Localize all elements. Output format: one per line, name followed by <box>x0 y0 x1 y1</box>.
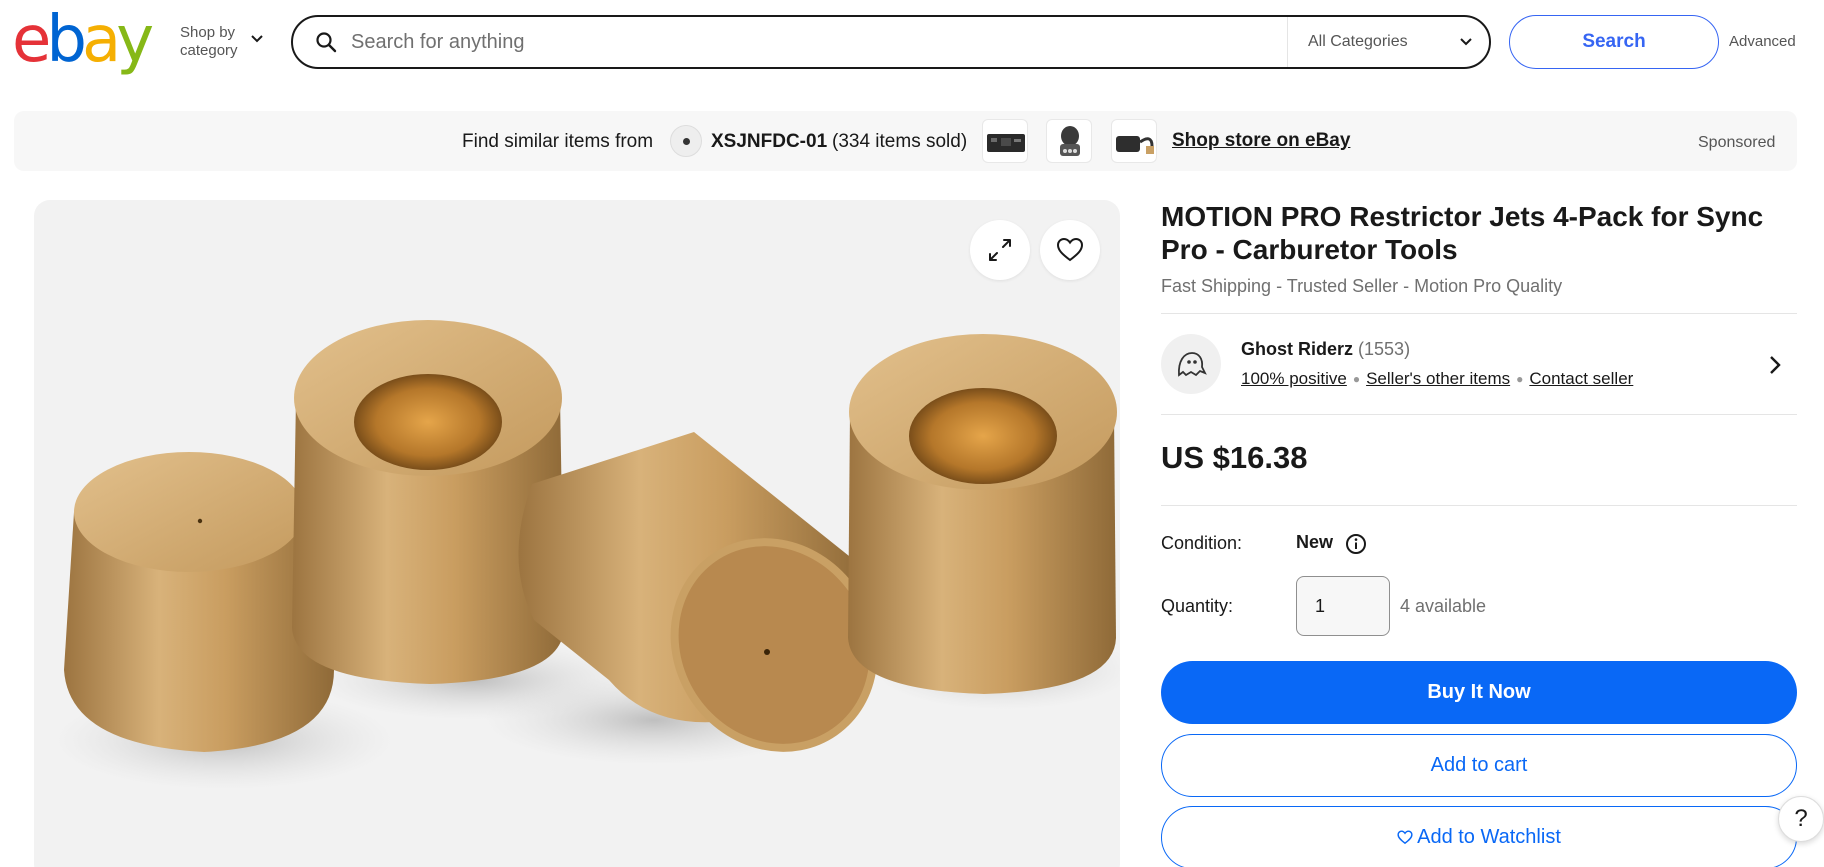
store-logo[interactable] <box>670 125 702 157</box>
contact-seller-link[interactable]: Contact seller <box>1529 369 1633 389</box>
info-icon[interactable] <box>1345 533 1367 555</box>
separator-dot: ● <box>1516 372 1524 386</box>
seller-name-text: Ghost Riderz <box>1241 339 1354 359</box>
ghost-icon <box>1178 352 1207 377</box>
seller-links: 100% positive ● Seller's other items ● C… <box>1241 369 1633 389</box>
store-items-sold: (334 items sold) <box>832 131 968 152</box>
search-input[interactable] <box>337 17 1287 67</box>
heart-icon <box>1056 237 1084 262</box>
advanced-search-link[interactable]: Advanced <box>1729 33 1796 50</box>
divider <box>1161 505 1797 506</box>
seller-name[interactable]: Ghost Riderz (1553) <box>1241 339 1410 360</box>
search-bar: All Categories <box>291 15 1491 69</box>
expand-image-button[interactable] <box>970 220 1030 280</box>
sponsored-store-banner: Find similar items from XSJNFDC-01 (334 … <box>14 111 1797 171</box>
condition-value: New <box>1296 532 1334 552</box>
expand-icon <box>989 239 1011 261</box>
chevron-down-icon <box>1460 38 1472 46</box>
chevron-right-icon[interactable] <box>1768 354 1782 376</box>
store-item-thumbnail[interactable] <box>982 119 1028 163</box>
add-to-watchlist-button[interactable]: Add to Watchlist <box>1161 806 1797 867</box>
product-subtitle: Fast Shipping - Trusted Seller - Motion … <box>1161 276 1563 296</box>
search-button[interactable]: Search <box>1509 15 1719 69</box>
category-label: category <box>180 42 238 59</box>
watch-heart-button[interactable] <box>1040 220 1100 280</box>
category-select[interactable]: All Categories <box>1287 17 1489 67</box>
shop-by-label: Shop by <box>180 24 236 41</box>
add-to-cart-button[interactable]: Add to cart <box>1161 734 1797 797</box>
heart-icon <box>1397 830 1413 845</box>
ebay-logo[interactable]: ebay <box>12 3 154 77</box>
sponsored-label: Sponsored <box>1698 134 1776 151</box>
logo-letter-a: a <box>82 3 121 77</box>
condition-label: Condition: <box>1161 533 1243 553</box>
seller-other-items-link[interactable]: Seller's other items <box>1366 369 1510 389</box>
logo-letter-e: e <box>12 3 51 77</box>
divider <box>1161 313 1797 314</box>
store-name[interactable]: XSJNFDC-01 <box>711 131 827 153</box>
separator-dot: ● <box>1352 372 1361 386</box>
find-similar-label: Find similar items from <box>462 131 654 152</box>
shop-store-link[interactable]: Shop store on eBay <box>1172 130 1350 152</box>
positive-feedback-link[interactable]: 100% positive <box>1241 369 1347 389</box>
search-icon <box>316 32 337 53</box>
logo-letter-b: b <box>46 3 87 77</box>
help-button[interactable]: ? <box>1778 796 1824 842</box>
quantity-available: 4 available <box>1400 596 1487 616</box>
store-item-thumbnail[interactable] <box>1111 119 1157 163</box>
seller-avatar[interactable] <box>1161 334 1221 394</box>
chevron-down-icon[interactable] <box>250 34 264 44</box>
product-price: US $16.38 <box>1161 440 1308 475</box>
buy-it-now-button[interactable]: Buy It Now <box>1161 661 1797 724</box>
category-select-value: All Categories <box>1308 33 1408 50</box>
logo-letter-y: y <box>116 3 154 77</box>
restrictor-jets-photo <box>54 320 1120 790</box>
seller-feedback-count: (1553) <box>1358 339 1411 359</box>
quantity-input[interactable] <box>1296 576 1390 636</box>
store-item-thumbnail[interactable] <box>1046 119 1092 163</box>
product-title: MOTION PRO Restrictor Jets 4-Pack for Sy… <box>1161 201 1764 265</box>
add-to-watchlist-label: Add to Watchlist <box>1417 826 1561 848</box>
quantity-label: Quantity: <box>1161 596 1234 616</box>
product-image[interactable] <box>34 200 1120 867</box>
divider <box>1161 414 1797 415</box>
shop-by-category-button[interactable]: Shop by category <box>180 24 238 60</box>
